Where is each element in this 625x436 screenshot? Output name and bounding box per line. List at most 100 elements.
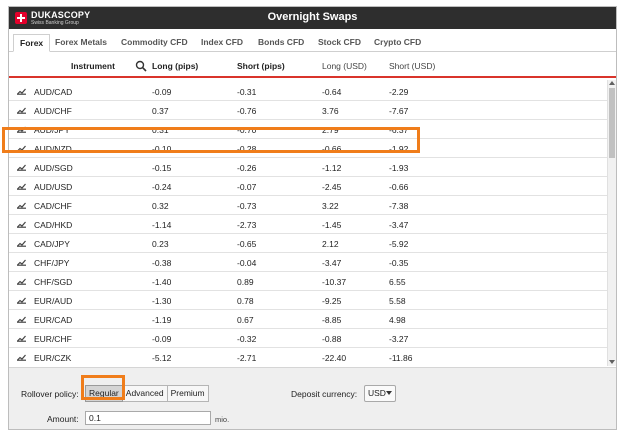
table-row[interactable]: AUD/CHF 0.37 -0.76 3.76 -7.67: [9, 101, 607, 120]
table-row[interactable]: AUD/CAD -0.09 -0.31 -0.64 -2.29: [9, 82, 607, 101]
scrollbar-thumb[interactable]: [609, 88, 615, 158]
table-row[interactable]: EUR/CZK -5.12 -2.71 -22.40 -11.86: [9, 348, 607, 366]
policy-premium-button[interactable]: Premium: [167, 385, 209, 402]
amount-input[interactable]: [85, 411, 211, 425]
table-row[interactable]: CAD/CHF 0.32 -0.73 3.22 -7.38: [9, 196, 607, 215]
cell-long-pips: 0.32: [152, 201, 169, 211]
chart-icon[interactable]: [17, 335, 26, 342]
cell-long-usd: 3.22: [322, 201, 339, 211]
chart-icon[interactable]: [17, 164, 26, 171]
table-row[interactable]: CHF/JPY -0.38 -0.04 -3.47 -0.35: [9, 253, 607, 272]
chart-icon[interactable]: [17, 316, 26, 323]
tab-bonds-cfd[interactable]: Bonds CFD: [258, 34, 304, 52]
tab-forex-metals[interactable]: Forex Metals: [55, 34, 107, 52]
header-long-pips[interactable]: Long (pips): [152, 61, 198, 71]
cell-short-usd: -7.67: [389, 106, 409, 116]
table-row[interactable]: CAD/JPY 0.23 -0.65 2.12 -5.92: [9, 234, 607, 253]
chart-icon[interactable]: [17, 221, 26, 228]
cell-long-usd: -0.64: [322, 87, 342, 97]
cell-long-usd: -1.45: [322, 220, 342, 230]
table-row[interactable]: AUD/USD -0.24 -0.07 -2.45 -0.66: [9, 177, 607, 196]
cell-long-usd: -8.85: [322, 315, 342, 325]
cell-long-pips: -0.09: [152, 334, 172, 344]
table-header: Instrument Long (pips) Short (pips) Long…: [9, 57, 616, 78]
table-row[interactable]: AUD/SGD -0.15 -0.26 -1.12 -1.93: [9, 158, 607, 177]
cell-short-pips: -0.28: [237, 144, 257, 154]
cell-instrument: EUR/CHF: [34, 334, 72, 344]
table-row[interactable]: AUD/NZD -0.10 -0.28 -0.66 -1.92: [9, 139, 607, 158]
deposit-currency-label: Deposit currency:: [291, 389, 358, 399]
policy-advanced-button[interactable]: Advanced: [122, 385, 168, 402]
cell-instrument: EUR/AUD: [34, 296, 73, 306]
window-title: Overnight Swaps: [267, 11, 358, 23]
table-row[interactable]: EUR/CHF -0.09 -0.32 -0.88 -3.27: [9, 329, 607, 348]
scroll-up-arrow-icon[interactable]: [609, 81, 615, 85]
chart-icon[interactable]: [17, 354, 26, 361]
cell-instrument: AUD/NZD: [34, 144, 72, 154]
cell-short-usd: -1.93: [389, 163, 409, 173]
scroll-down-arrow-icon[interactable]: [609, 360, 615, 364]
chart-icon[interactable]: [17, 107, 26, 114]
cell-long-pips: 0.37: [152, 106, 169, 116]
cell-long-pips: -5.12: [152, 353, 172, 363]
cell-short-usd: -7.38: [389, 201, 409, 211]
chevron-down-icon: [386, 391, 392, 395]
amount-label: Amount:: [47, 414, 79, 424]
cell-long-usd: -2.45: [322, 182, 342, 192]
tab-commodity-cfd[interactable]: Commodity CFD: [121, 34, 188, 52]
table-row[interactable]: AUD/JPY 0.31 -0.70 2.79 -6.37: [9, 120, 607, 139]
cell-short-pips: -0.32: [237, 334, 257, 344]
chart-icon[interactable]: [17, 126, 26, 133]
tab-index-cfd[interactable]: Index CFD: [201, 34, 243, 52]
deposit-currency-select[interactable]: USD: [364, 385, 396, 402]
table-row[interactable]: CAD/HKD -1.14 -2.73 -1.45 -3.47: [9, 215, 607, 234]
chart-icon[interactable]: [17, 240, 26, 247]
cell-short-pips: -0.70: [237, 125, 257, 135]
table-row[interactable]: EUR/CAD -1.19 0.67 -8.85 4.98: [9, 310, 607, 329]
cell-instrument: AUD/CAD: [34, 87, 73, 97]
chart-icon[interactable]: [17, 88, 26, 95]
tab-crypto-cfd[interactable]: Crypto CFD: [374, 34, 421, 52]
cell-long-usd: -1.12: [322, 163, 342, 173]
cell-long-pips: 0.31: [152, 125, 169, 135]
cell-short-usd: -2.29: [389, 87, 409, 97]
cell-instrument: AUD/USD: [34, 182, 73, 192]
header-long-usd[interactable]: Long (USD): [322, 61, 367, 71]
search-icon[interactable]: [135, 60, 147, 72]
cell-instrument: CHF/SGD: [34, 277, 73, 287]
header-short-pips[interactable]: Short (pips): [237, 61, 285, 71]
chart-icon[interactable]: [17, 259, 26, 266]
chart-icon[interactable]: [17, 202, 26, 209]
cell-long-usd: 2.12: [322, 239, 339, 249]
cell-short-usd: 4.98: [389, 315, 406, 325]
chart-icon[interactable]: [17, 183, 26, 190]
chart-icon[interactable]: [17, 278, 26, 285]
tab-forex[interactable]: Forex: [13, 34, 51, 52]
cell-short-pips: -2.73: [237, 220, 257, 230]
cell-long-usd: -3.47: [322, 258, 342, 268]
overnight-swaps-window: DUKASCOPY Swiss Banking Group Overnight …: [8, 6, 617, 430]
header-instrument[interactable]: Instrument: [71, 61, 115, 71]
table-row[interactable]: CHF/SGD -1.40 0.89 -10.37 6.55: [9, 272, 607, 291]
cell-short-usd: 5.58: [389, 296, 406, 306]
cell-long-pips: -0.38: [152, 258, 172, 268]
cell-long-usd: 3.76: [322, 106, 339, 116]
chart-icon[interactable]: [17, 297, 26, 304]
table-scrollbar[interactable]: [607, 80, 616, 366]
cell-long-pips: -0.24: [152, 182, 172, 192]
cell-short-usd: -1.92: [389, 144, 409, 154]
table-row[interactable]: EUR/AUD -1.30 0.78 -9.25 5.58: [9, 291, 607, 310]
cell-short-usd: -6.37: [389, 125, 409, 135]
cell-short-usd: -3.47: [389, 220, 409, 230]
cell-short-pips: -0.73: [237, 201, 257, 211]
cell-short-pips: -0.26: [237, 163, 257, 173]
policy-regular-button[interactable]: Regular: [85, 385, 123, 402]
cell-short-pips: 0.78: [237, 296, 254, 306]
cell-instrument: CAD/CHF: [34, 201, 72, 211]
cell-instrument: CAD/JPY: [34, 239, 70, 249]
cell-long-pips: -1.14: [152, 220, 172, 230]
header-short-usd[interactable]: Short (USD): [389, 61, 435, 71]
tab-stock-cfd[interactable]: Stock CFD: [318, 34, 361, 52]
cell-long-pips: -1.30: [152, 296, 172, 306]
chart-icon[interactable]: [17, 145, 26, 152]
